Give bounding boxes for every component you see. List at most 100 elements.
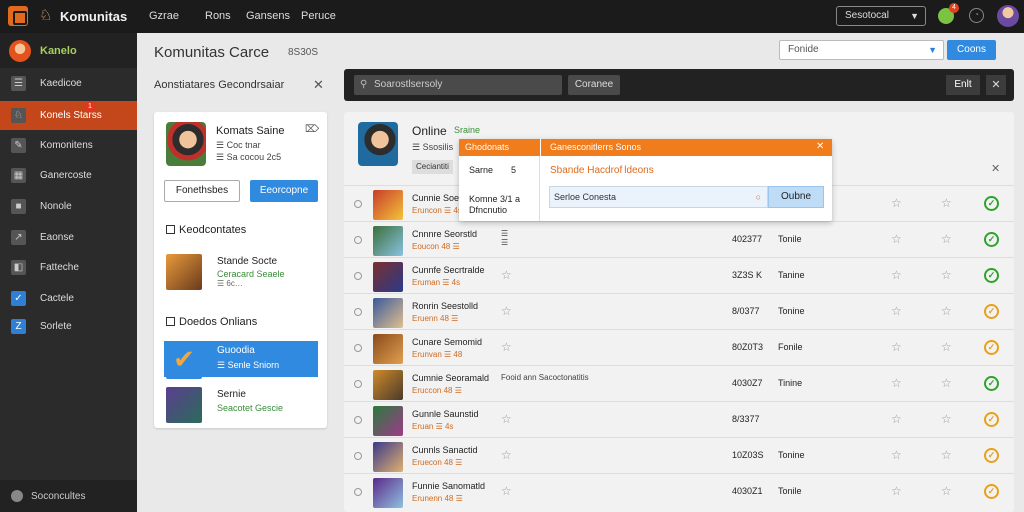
sidebar-item-9[interactable]: Z Sorlete — [0, 312, 137, 341]
sidebar-item-label: Konels Starss — [40, 110, 102, 121]
star-icon[interactable]: ☆ — [941, 412, 952, 426]
sidebar-item-7[interactable]: ◧ Fatteche — [0, 253, 137, 282]
popup-ok-button[interactable]: Oubne — [768, 186, 824, 208]
table-row[interactable]: Cnnnre Seorstld Eoucon 48 ☰ ☰ ☰ 402377 Tonil… — [344, 221, 1014, 257]
star-icon[interactable]: ☆ — [891, 268, 902, 282]
star-icon[interactable]: ☆ — [891, 304, 902, 318]
list-item-selected[interactable]: ✔ Guoodia ☰ Senle Sniorn — [164, 341, 318, 379]
star-icon[interactable]: ☆ — [891, 412, 902, 426]
checkbox-icon[interactable] — [166, 225, 175, 234]
row-name: Cumnie Seoramald — [412, 373, 490, 383]
close-icon[interactable]: ✕ — [991, 162, 1000, 175]
pending-circle-icon[interactable]: ✓ — [984, 484, 999, 499]
popup-subtitle: Sbande Hacdrof ldeons — [550, 165, 654, 176]
table-row[interactable]: Cunare Semomid Erunvan ☰ 48 ☆ 80Z0T3 Fonile ☆… — [344, 329, 1014, 365]
row-radio[interactable] — [354, 272, 362, 280]
nav-item-3[interactable]: Gansens — [246, 10, 290, 22]
star-icon[interactable]: ☆ — [891, 232, 902, 246]
star-icon[interactable]: ☆ — [941, 232, 952, 246]
pending-circle-icon[interactable]: ✓ — [984, 448, 999, 463]
nav-item-4[interactable]: Peruce — [301, 10, 336, 22]
star-icon[interactable]: ☆ — [501, 448, 512, 462]
sidebar-footer[interactable]: Soconcultes — [0, 480, 137, 512]
close-icon[interactable]: ✕ — [986, 75, 1006, 95]
table-row[interactable]: Cunnls Sanactid Eruecon 48 ☰ ☆ 10Z03S Tonine… — [344, 437, 1014, 473]
nav-item-2[interactable]: Rons — [205, 10, 231, 22]
row-radio[interactable] — [354, 344, 362, 352]
star-icon[interactable]: ☆ — [891, 340, 902, 354]
table-row[interactable]: Cumnie Seoramald Eruccon 48 ☰ Fooid ann Sa… — [344, 365, 1014, 401]
clock-icon[interactable]: ◔ — [969, 8, 984, 23]
sidebar-item-8[interactable]: ✓ Cactele — [0, 284, 137, 313]
primary-button[interactable]: Eeorcopne — [250, 180, 318, 202]
list-item[interactable]: Sernie Seacotet Gescie — [164, 385, 318, 423]
sidebar-item-3[interactable]: ✎ Komonitens — [0, 131, 137, 160]
list-item[interactable]: Stande Socte Ceracard Seaele ☰ 6c… — [164, 252, 318, 290]
sidebar-item-6[interactable]: ↗ Eaonse — [0, 223, 137, 252]
profile-name: Komats Saine — [216, 125, 285, 137]
row-code: 3Z3S K — [732, 270, 763, 280]
star-icon[interactable]: ☆ — [941, 268, 952, 282]
table-row[interactable]: Funnie Sanomatld Erunenn 48 ☰ ☆ 4030Z1 Tonil… — [344, 473, 1014, 509]
row-radio[interactable] — [354, 308, 362, 316]
pending-circle-icon[interactable]: ✓ — [984, 304, 999, 319]
game-thumbnail — [373, 478, 403, 508]
game-status: Ceracard Seaele — [217, 269, 285, 279]
close-icon[interactable]: ✕ — [816, 141, 824, 152]
nav-item-1[interactable]: Gzrae — [149, 10, 179, 22]
search-button[interactable]: Coranee — [568, 75, 620, 95]
game-title: Guoodia — [217, 345, 255, 356]
star-icon[interactable]: ☆ — [941, 376, 952, 390]
sidebar-item-2[interactable]: ♘ Konels Starss 1 — [0, 101, 137, 130]
pending-circle-icon[interactable]: ✓ — [984, 412, 999, 427]
edit-button[interactable]: Enlt — [946, 75, 980, 95]
checkbox-icon[interactable] — [166, 317, 175, 326]
row-radio[interactable] — [354, 488, 362, 496]
row-radio[interactable] — [354, 380, 362, 388]
row-radio[interactable] — [354, 452, 362, 460]
expand-icon[interactable]: ⌦ — [305, 124, 319, 135]
table-row[interactable]: Cunnfe Secrtralde Eruman ☰ 4s ☆ 3Z3S K Tanin… — [344, 257, 1014, 293]
row-radio[interactable] — [354, 200, 362, 208]
clear-icon[interactable]: ○ — [756, 187, 761, 207]
sidebar-item-4[interactable]: ▦ Ganercoste — [0, 161, 137, 190]
top-select[interactable]: Sesotocal ▼ — [836, 6, 926, 26]
close-icon[interactable]: ✕ — [313, 77, 324, 93]
search-input[interactable]: ⚲ Soarostlsersoly — [354, 75, 562, 95]
star-icon[interactable]: ☆ — [891, 448, 902, 462]
row-radio[interactable] — [354, 416, 362, 424]
sidebar-item-5[interactable]: ■ Nonole — [0, 192, 137, 221]
star-icon[interactable]: ☆ — [941, 304, 952, 318]
user-avatar[interactable] — [997, 5, 1019, 27]
star-icon[interactable]: ☆ — [891, 484, 902, 498]
star-icon[interactable]: ☆ — [941, 448, 952, 462]
panel-tag[interactable]: Ceciantiti — [412, 160, 453, 174]
check-circle-icon[interactable]: ✓ — [984, 376, 999, 391]
star-icon[interactable]: ☆ — [941, 196, 952, 210]
star-icon[interactable]: ☆ — [891, 376, 902, 390]
star-icon[interactable]: ☆ — [501, 304, 512, 318]
check-circle-icon[interactable]: ✓ — [984, 268, 999, 283]
star-icon[interactable]: ☆ — [941, 340, 952, 354]
profile-sub: ☰ Sa cocou 2c5 — [216, 152, 282, 162]
star-icon[interactable]: ☆ — [501, 484, 512, 498]
secondary-button[interactable]: Fonethsbes — [164, 180, 240, 202]
star-icon[interactable]: ☆ — [941, 484, 952, 498]
check-circle-icon[interactable]: ✓ — [984, 232, 999, 247]
check-circle-icon[interactable]: ✓ — [984, 196, 999, 211]
sidebar-item-label: Kaedicoe — [40, 78, 82, 89]
popup-input[interactable]: Serloe Conesta ○ — [549, 186, 768, 208]
star-icon[interactable]: ☆ — [891, 196, 902, 210]
table-row[interactable]: Gunnle Saunstid Eruan ☰ 4s ☆ 8/3377 ☆ ☆ ✓ — [344, 401, 1014, 437]
row-radio[interactable] — [354, 236, 362, 244]
app-logo-icon[interactable] — [8, 6, 28, 26]
star-icon[interactable]: ☆ — [501, 268, 512, 282]
table-row[interactable]: Ronrin Seestolld Eruenn 48 ☰ ☆ 8/0377 Tonine… — [344, 293, 1014, 329]
header-primary-button[interactable]: Coons — [947, 40, 996, 60]
sidebar-profile[interactable]: Kanelo — [0, 33, 137, 68]
star-icon[interactable]: ☆ — [501, 412, 512, 426]
sidebar-item-1[interactable]: ☰ Kaedicoe — [0, 69, 137, 98]
top-search-select[interactable]: Fonide ▼ — [779, 40, 944, 60]
star-icon[interactable]: ☆ — [501, 340, 512, 354]
pending-circle-icon[interactable]: ✓ — [984, 340, 999, 355]
